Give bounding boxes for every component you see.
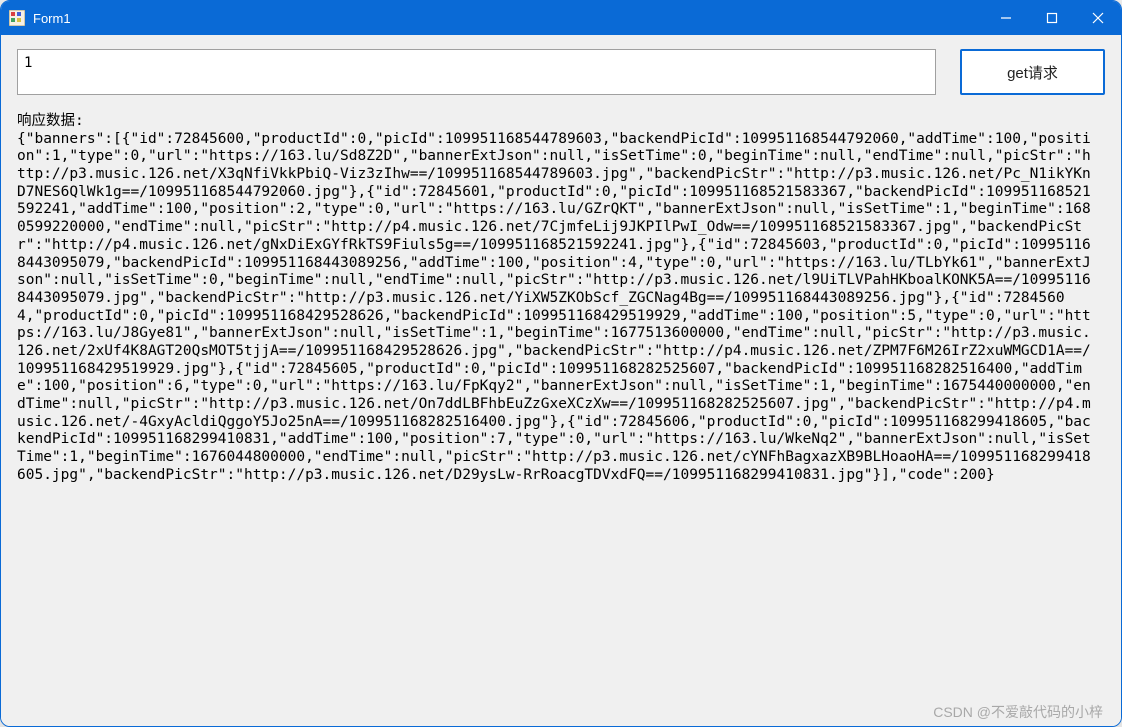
top-row: get请求: [17, 49, 1105, 95]
response-label: 响应数据:: [17, 113, 84, 129]
response-panel: 响应数据: {"banners":[{"id":72845600,"produc…: [17, 113, 1105, 484]
window-title: Form1: [33, 11, 71, 26]
window-controls: [983, 1, 1121, 35]
client-area: get请求 响应数据: {"banners":[{"id":72845600,"…: [1, 35, 1121, 726]
maximize-button[interactable]: [1029, 1, 1075, 35]
titlebar[interactable]: Form1: [1, 1, 1121, 35]
minimize-button[interactable]: [983, 1, 1029, 35]
app-window: Form1 get请求 响应数据: {"banners":[{"id":7284…: [0, 0, 1122, 727]
watermark: CSDN @不爱敲代码的小梓: [933, 702, 1103, 722]
app-icon: [9, 10, 25, 26]
response-body: {"banners":[{"id":72845600,"productId":0…: [17, 131, 1091, 483]
request-input[interactable]: [17, 49, 936, 95]
close-button[interactable]: [1075, 1, 1121, 35]
get-request-button[interactable]: get请求: [960, 49, 1105, 95]
